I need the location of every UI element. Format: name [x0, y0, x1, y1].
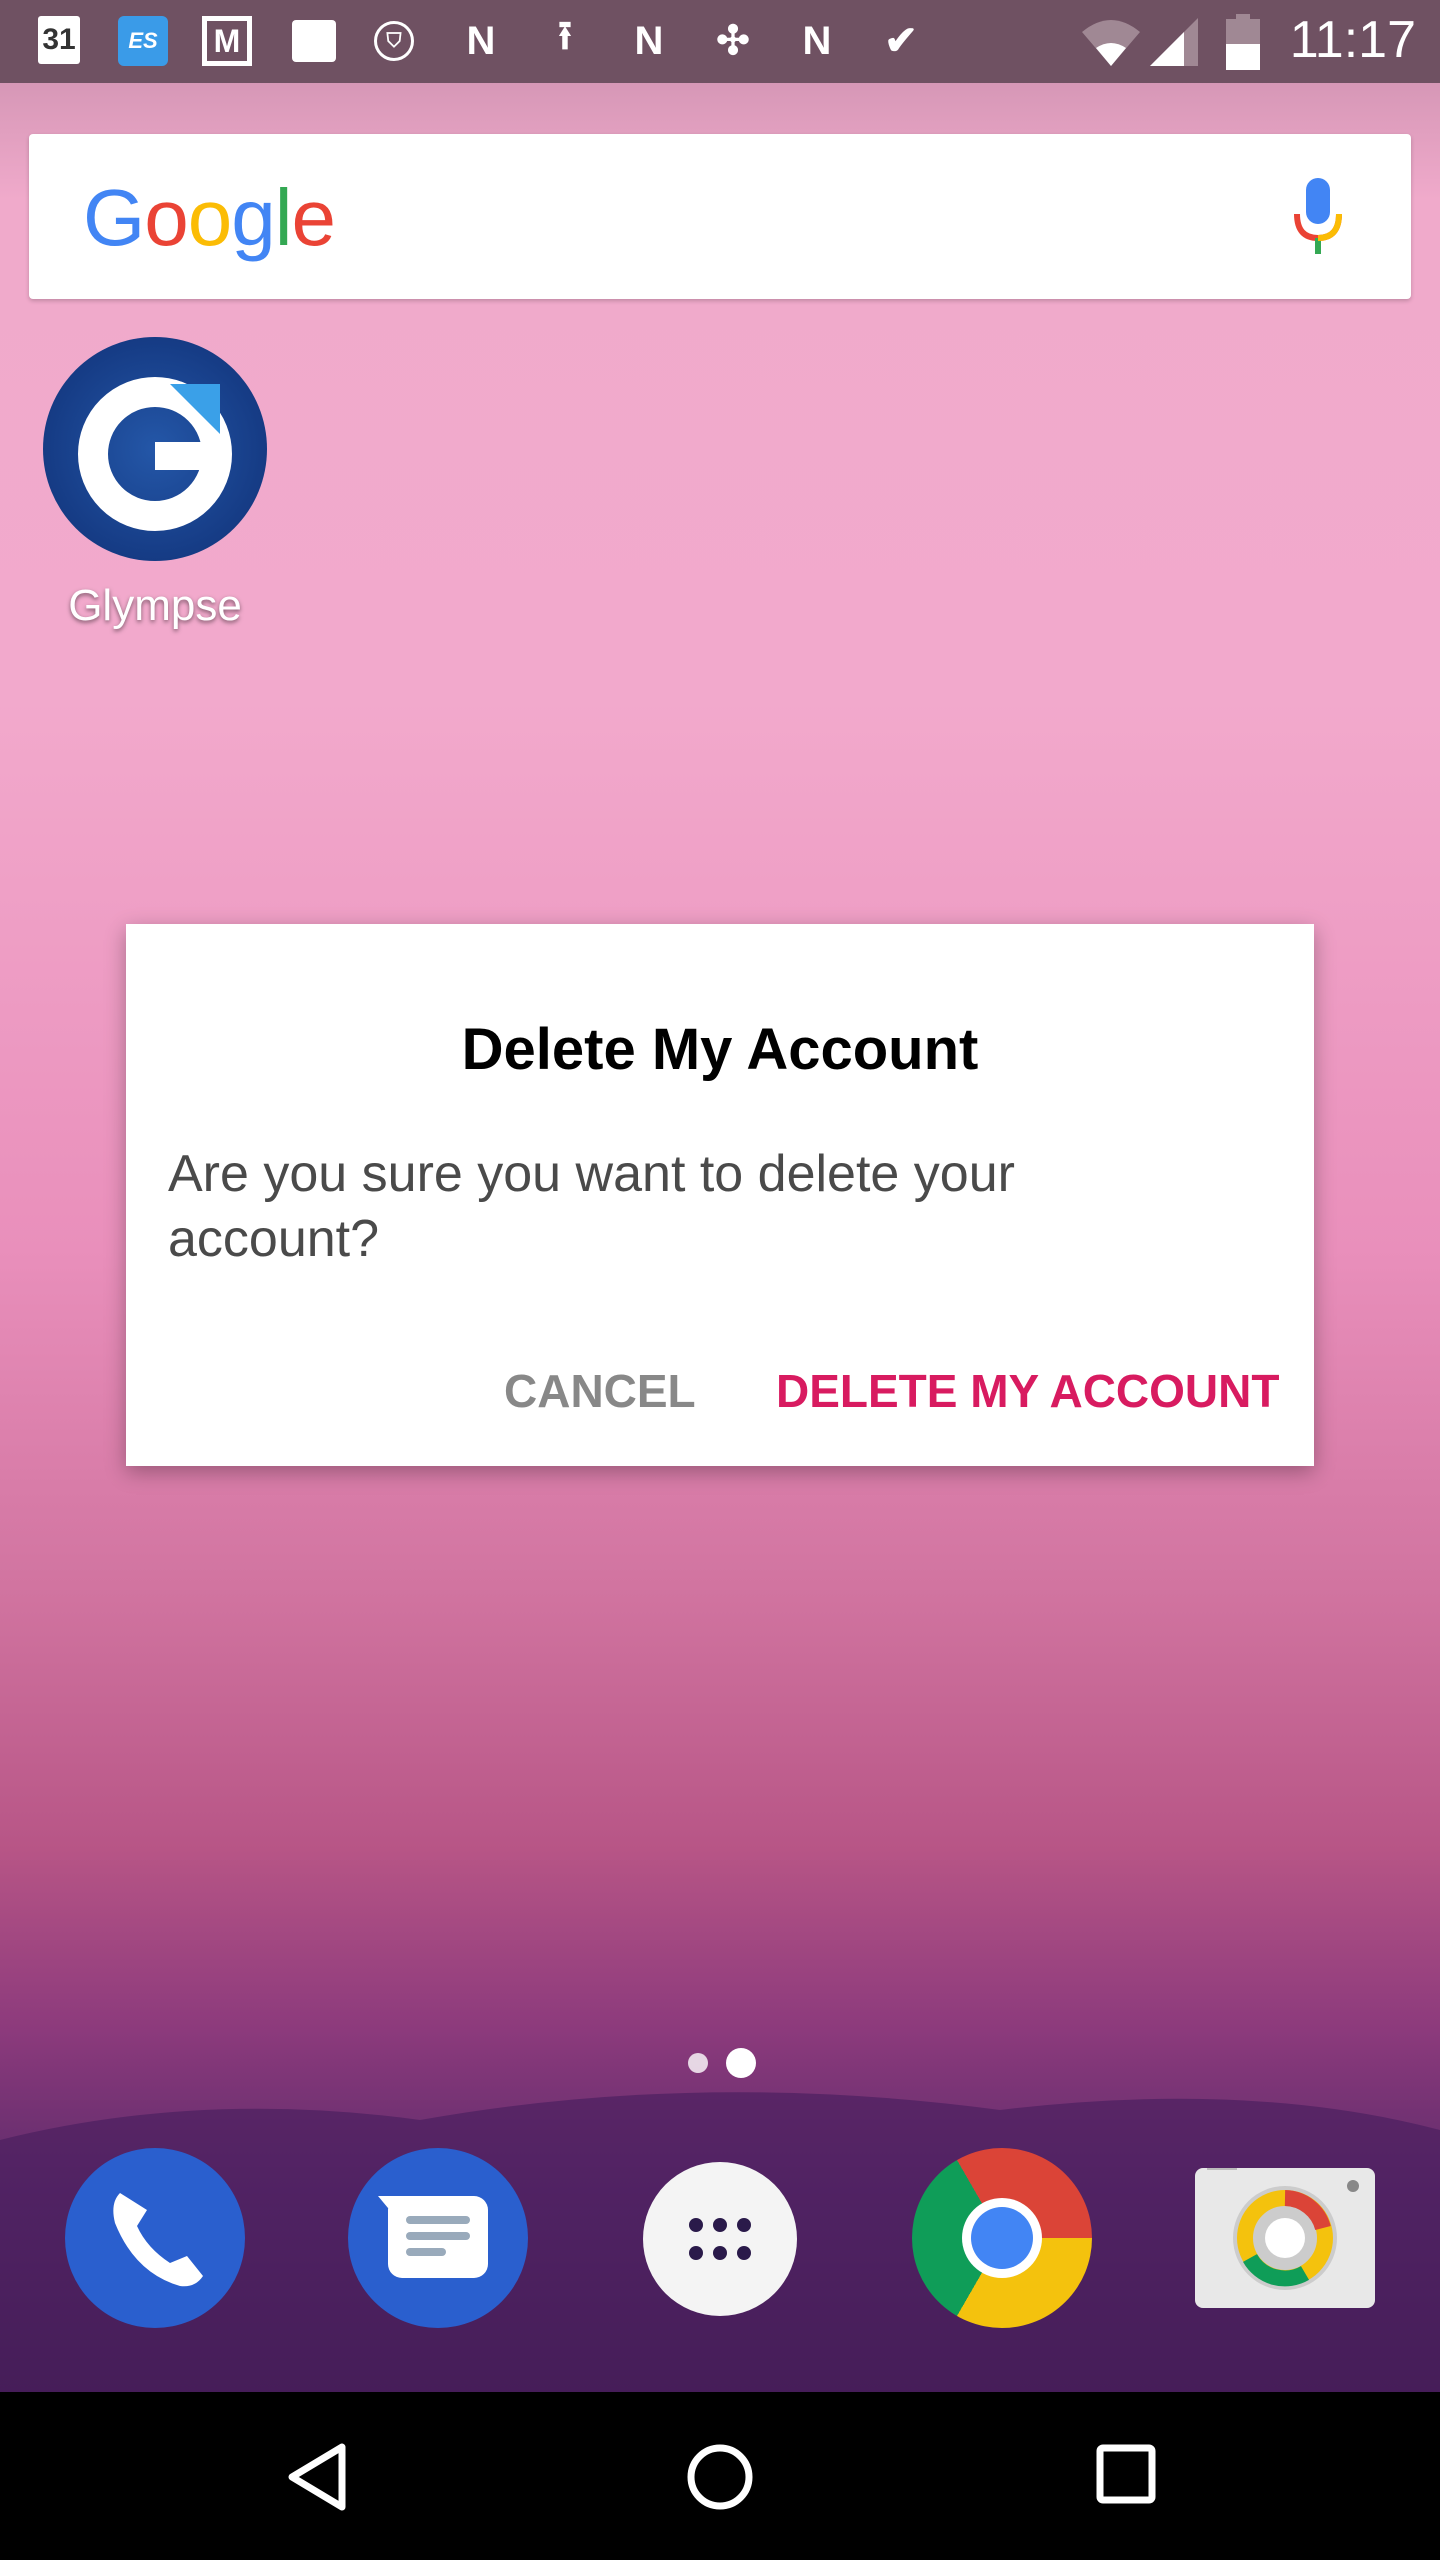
wifi-icon: [1082, 20, 1140, 66]
home-icon[interactable]: [686, 2443, 754, 2511]
battery-icon: [1226, 14, 1260, 70]
page-indicator-dot-active[interactable]: [726, 2048, 756, 2078]
app-label: Glympse: [68, 581, 242, 630]
navigation-bar: [0, 2392, 1440, 2560]
upload-icon: ⭱: [558, 14, 572, 58]
n-app-icon: N: [466, 18, 496, 63]
app-drawer-icon[interactable]: [643, 2162, 797, 2316]
glympse-icon: [43, 337, 267, 561]
google-search-bar[interactable]: Google: [29, 134, 1411, 299]
clock: 11:17: [1289, 11, 1416, 69]
back-icon[interactable]: [286, 2442, 350, 2512]
google-logo: Google: [83, 173, 336, 262]
n-app-icon: N: [634, 18, 664, 63]
dialog-message: Are you sure you want to delete your acc…: [168, 1145, 1015, 1268]
vpn-shield-icon: ⛉: [374, 21, 414, 61]
pinwheel-icon: ✣: [716, 19, 750, 63]
delete-account-dialog: Delete My Account Are you sure you want …: [126, 924, 1314, 1466]
n-app-icon: N: [802, 18, 832, 63]
dialog-title: Delete My Account: [461, 1017, 979, 1082]
chrome-icon[interactable]: [912, 2148, 1092, 2328]
app-glympse[interactable]: Glympse: [43, 337, 267, 631]
cancel-button[interactable]: CANCEL: [504, 1364, 696, 1418]
page-indicator-dot[interactable]: [688, 2053, 708, 2073]
delete-account-button[interactable]: DELETE MY ACCOUNT: [776, 1364, 1279, 1418]
recents-icon[interactable]: [1096, 2444, 1156, 2504]
calendar-date: 31: [42, 23, 76, 56]
gmail-icon: M: [202, 16, 252, 66]
photos-icon: [292, 20, 336, 62]
calendar-icon: 31: [38, 16, 80, 64]
es-file-explorer-icon: ES: [118, 16, 168, 66]
phone-icon[interactable]: [65, 2148, 245, 2328]
mic-icon[interactable]: [1293, 178, 1343, 258]
messages-icon[interactable]: [348, 2148, 528, 2328]
status-bar: 31 ES M ⛉ N ⭱ N ✣ N ✔ 11:17: [0, 0, 1440, 83]
camera-icon[interactable]: [1195, 2158, 1375, 2308]
checkmark-app-icon: ✔: [884, 19, 918, 63]
cell-signal-icon: [1150, 18, 1198, 66]
